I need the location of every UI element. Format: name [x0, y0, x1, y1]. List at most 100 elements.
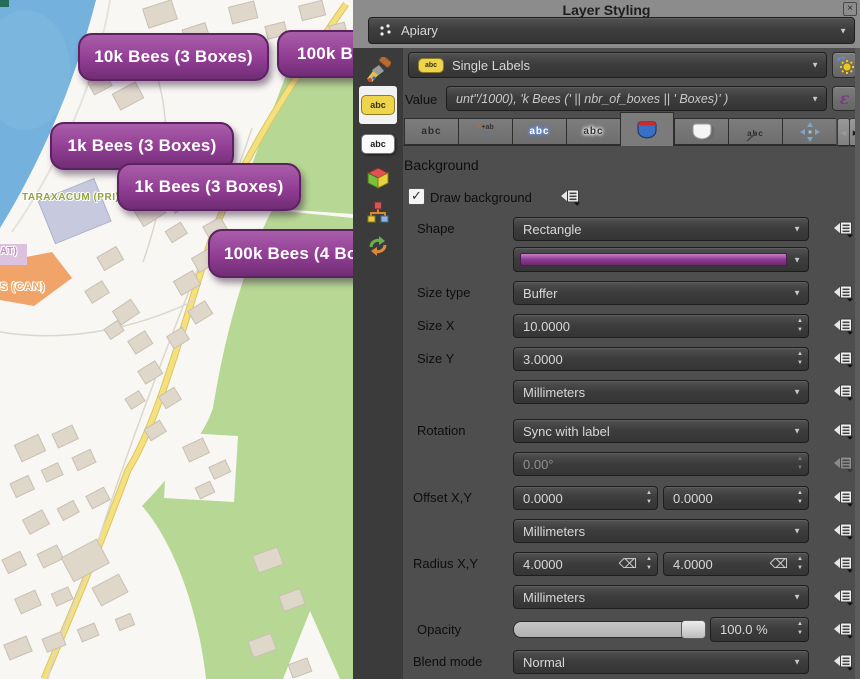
callout-line-icon [745, 132, 759, 142]
opacity-slider[interactable] [513, 621, 706, 638]
data-defined-override-button[interactable] [831, 487, 857, 509]
tab-formatting[interactable]: ++ab < c [458, 118, 512, 145]
street-label: S (CAN) [0, 281, 45, 293]
spinner-arrows-icon[interactable]: ▲▼ [646, 555, 652, 573]
tab-text[interactable]: abc [404, 118, 458, 145]
chevron-down-icon: ▼ [793, 427, 801, 436]
data-defined-override-button[interactable] [831, 553, 857, 575]
sidebar-item-diagrams[interactable] [359, 196, 397, 228]
blend-mode-label: Blend mode [413, 650, 508, 674]
expression-builder-button[interactable]: ε [832, 86, 857, 111]
close-icon[interactable]: × [843, 2, 857, 16]
rotation-mode-combobox[interactable]: Sync with label ▼ [513, 419, 809, 443]
spinner-arrows-icon[interactable]: ▲▼ [797, 620, 803, 638]
radius-x-spinbox[interactable]: 4.0000 ⌫ ▲▼ [513, 552, 658, 576]
chevron-down-icon: ▼ [793, 388, 801, 397]
spinner-arrows-icon[interactable]: ▲▼ [797, 350, 803, 368]
data-defined-override-icon [833, 555, 855, 573]
data-defined-override-button[interactable] [831, 619, 857, 641]
rotation-angle-value: 0.00° [523, 457, 554, 472]
data-defined-override-icon [833, 522, 855, 540]
offset-units-value: Millimeters [523, 524, 585, 539]
size-x-spinbox[interactable]: 10.0000 ▲▼ [513, 314, 809, 338]
data-defined-override-button[interactable] [831, 420, 857, 442]
size-units-combobox[interactable]: Millimeters ▼ [513, 380, 809, 404]
opacity-label: Opacity [417, 618, 512, 642]
data-defined-override-button[interactable] [831, 282, 857, 304]
draw-background-checkbox[interactable] [408, 188, 425, 205]
map-basemap [0, 0, 353, 679]
sidebar-item-labels[interactable]: abc [359, 86, 397, 124]
layer-styling-panel: Layer Styling × Apiary ▼ ab [353, 0, 860, 679]
cube-3d-icon [366, 166, 390, 190]
tab-background[interactable] [620, 112, 674, 146]
data-defined-override-icon [833, 422, 855, 440]
opacity-slider-handle[interactable] [681, 620, 706, 639]
spinner-arrows-icon[interactable]: ▲▼ [797, 555, 803, 573]
radius-y-value: 4.0000 [673, 557, 713, 572]
background-shield-icon [635, 120, 659, 140]
clear-value-icon[interactable]: ⌫ [619, 556, 637, 572]
labeling-mode-combobox[interactable]: abc Single Labels ▼ [408, 52, 827, 78]
chevron-down-icon: ▼ [811, 94, 819, 103]
size-units-value: Millimeters [523, 385, 585, 400]
sidebar-item-masks[interactable]: abc [359, 128, 397, 160]
street-label: TARAXACUM (PRI) [22, 192, 119, 203]
live-update-button[interactable] [832, 52, 857, 78]
panel-scrollbar[interactable] [855, 48, 860, 679]
draw-background-label: Draw background [430, 186, 570, 210]
sidebar-item-history[interactable] [359, 230, 397, 262]
blend-mode-combobox[interactable]: Normal ▼ [513, 650, 809, 674]
tab-callouts[interactable]: abc [728, 118, 782, 145]
fill-symbol-combobox[interactable]: ▼ [513, 247, 809, 272]
data-defined-override-button[interactable] [831, 315, 857, 337]
mask-icon: abc [361, 134, 395, 154]
sidebar-item-3d-view[interactable] [359, 162, 397, 194]
offset-x-value: 0.0000 [523, 491, 563, 506]
offset-x-spinbox[interactable]: 0.0000 ▲▼ [513, 486, 658, 510]
size-y-spinbox[interactable]: 3.0000 ▲▼ [513, 347, 809, 371]
shape-value: Rectangle [523, 222, 582, 237]
auto-apply-gear-icon [836, 56, 854, 74]
spinner-arrows-icon[interactable]: ▲▼ [797, 489, 803, 507]
chevron-down-icon: ▼ [793, 289, 801, 298]
spinner-arrows-icon[interactable]: ▲▼ [797, 317, 803, 335]
paintbrush-icon [365, 57, 391, 83]
data-defined-override-button[interactable] [558, 186, 584, 208]
purple-fill-preview [520, 253, 787, 266]
value-expression-combobox[interactable]: unt"/1000), 'k Bees (' || nbr_of_boxes |… [446, 86, 827, 111]
offset-y-spinbox[interactable]: 0.0000 ▲▼ [663, 486, 809, 510]
tab-placement[interactable] [782, 118, 836, 145]
shape-combobox[interactable]: Rectangle ▼ [513, 217, 809, 241]
tab-mask[interactable]: abc [566, 118, 620, 145]
radius-units-combobox[interactable]: Millimeters ▼ [513, 585, 809, 609]
opacity-spinbox[interactable]: 100.0 % ▲▼ [710, 617, 809, 642]
history-arrows-icon [366, 234, 390, 258]
offset-units-combobox[interactable]: Millimeters ▼ [513, 519, 809, 543]
section-heading: Background [404, 153, 604, 177]
placement-arrows-icon [799, 121, 821, 143]
size-y-label: Size Y [417, 347, 512, 371]
radius-y-spinbox[interactable]: 4.0000 ⌫ ▲▼ [663, 552, 809, 576]
size-type-combobox[interactable]: Buffer ▼ [513, 281, 809, 305]
opacity-value: 100.0 % [720, 622, 768, 637]
data-defined-override-button[interactable] [831, 218, 857, 240]
diagram-icon [366, 200, 390, 224]
data-defined-override-icon [833, 350, 855, 368]
layer-selector-combobox[interactable]: Apiary ▼ [368, 17, 855, 44]
data-defined-override-button[interactable] [831, 520, 857, 542]
spinner-arrows-icon: ▲▼ [797, 455, 803, 473]
qgis-window: TARAXACUM (PRI) AT) S (CAN) 10k Bees (3 … [0, 0, 860, 679]
data-defined-override-button[interactable] [831, 381, 857, 403]
data-defined-override-button[interactable] [831, 348, 857, 370]
data-defined-override-button[interactable] [831, 586, 857, 608]
data-defined-override-button[interactable] [831, 651, 857, 673]
spinner-arrows-icon[interactable]: ▲▼ [646, 489, 652, 507]
map-canvas[interactable]: TARAXACUM (PRI) AT) S (CAN) 10k Bees (3 … [0, 0, 353, 679]
sidebar-item-symbology[interactable] [359, 54, 397, 86]
tab-buffer[interactable]: abc [512, 118, 566, 145]
rotation-angle-spinbox: 0.00° ▲▼ [513, 452, 809, 476]
clear-value-icon[interactable]: ⌫ [770, 556, 788, 572]
tab-shadow[interactable] [674, 118, 728, 145]
epsilon-icon: ε [840, 89, 850, 108]
